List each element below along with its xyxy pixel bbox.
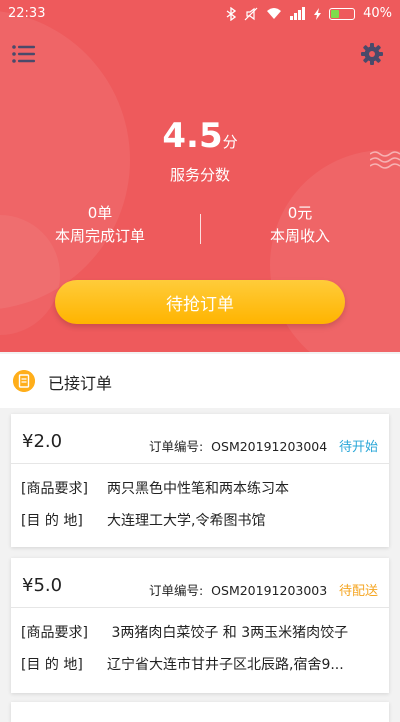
destination-label: [目 的 地] (21, 657, 83, 673)
goods-row: [商品要求] 3两猪肉白菜饺子 和 3两玉米猪肉饺子 (21, 622, 348, 642)
order-number-label: 订单编号: (149, 583, 204, 598)
order-number-value: OSM20191203004 (211, 439, 328, 454)
destination-value: 辽宁省大连市甘井子区北辰路,宿舍9... (107, 657, 344, 673)
section-title: 已接订单 (48, 374, 113, 393)
status-bar: 22:33 40% (0, 0, 400, 30)
order-number: 订单编号: OSM20191203004 (149, 436, 327, 455)
weekly-orders-stat: 0单 本周完成订单 (0, 202, 200, 248)
signal-icon (290, 7, 306, 20)
score-unit: 分 (222, 133, 238, 151)
gear-icon[interactable] (360, 42, 384, 66)
order-number-label: 订单编号: (149, 439, 204, 454)
weekly-income-stat: 0元 本周收入 (200, 202, 400, 248)
order-list-icon (13, 370, 35, 392)
weekly-orders-label: 本周完成订单 (54, 227, 145, 245)
order-number-value: OSM20191203003 (211, 583, 328, 598)
destination-row: [目 的 地] 大连理工大学,令希图书馆 (21, 510, 265, 530)
menu-icon[interactable] (12, 44, 36, 64)
destination-value: 大连理工大学,令希图书馆 (107, 513, 266, 529)
mute-icon (244, 7, 258, 20)
charging-icon (314, 7, 322, 20)
status-time: 22:33 (8, 6, 46, 21)
card-divider (11, 463, 389, 464)
goods-value: 两只黑色中性笔和两本练习本 (107, 481, 289, 497)
order-card-partial[interactable] (11, 702, 389, 722)
battery-percent: 40% (363, 6, 392, 21)
goods-value: 3两猪肉白菜饺子 和 3两玉米猪肉饺子 (107, 625, 349, 641)
order-number: 订单编号: OSM20191203003 (149, 580, 327, 599)
weekly-orders-value: 0单 (87, 204, 113, 222)
battery-icon (329, 7, 356, 20)
card-divider (11, 607, 389, 608)
order-card[interactable]: ¥2.0 订单编号: OSM20191203004 待开始 [商品要求] 两只黑色… (11, 414, 389, 547)
battery-level (331, 9, 340, 18)
order-price: ¥5.0 (22, 575, 63, 596)
goods-label: [商品要求] (21, 625, 88, 641)
weekly-income-label: 本周收入 (269, 227, 330, 245)
service-score: 4.5分 (0, 116, 400, 156)
score-value: 4.5 (162, 116, 223, 156)
order-price: ¥2.0 (22, 431, 63, 452)
goods-row: [商品要求] 两只黑色中性笔和两本练习本 (21, 478, 289, 498)
bluetooth-icon (226, 6, 237, 21)
order-status: 待开始 (338, 440, 378, 455)
destination-row: [目 的 地] 辽宁省大连市甘井子区北辰路,宿舍9... (21, 654, 344, 674)
grab-orders-button[interactable]: 待抢订单 (55, 280, 345, 324)
weekly-income-value: 0元 (287, 204, 313, 222)
order-status: 待配送 (338, 584, 378, 599)
hero-panel: 22:33 40% 4.5分 服务分数 0单 本周完成订单 0元 本周收入 待抢… (0, 0, 400, 352)
status-icons: 40% (226, 6, 392, 21)
score-label: 服务分数 (169, 166, 230, 184)
goods-label: [商品要求] (21, 481, 88, 497)
destination-label: [目 的 地] (21, 513, 83, 529)
wifi-icon (267, 8, 282, 19)
order-card[interactable]: ¥5.0 订单编号: OSM20191203003 待配送 [商品要求] 3两猪… (11, 558, 389, 693)
accepted-orders-header: 已接订单 (0, 354, 400, 408)
